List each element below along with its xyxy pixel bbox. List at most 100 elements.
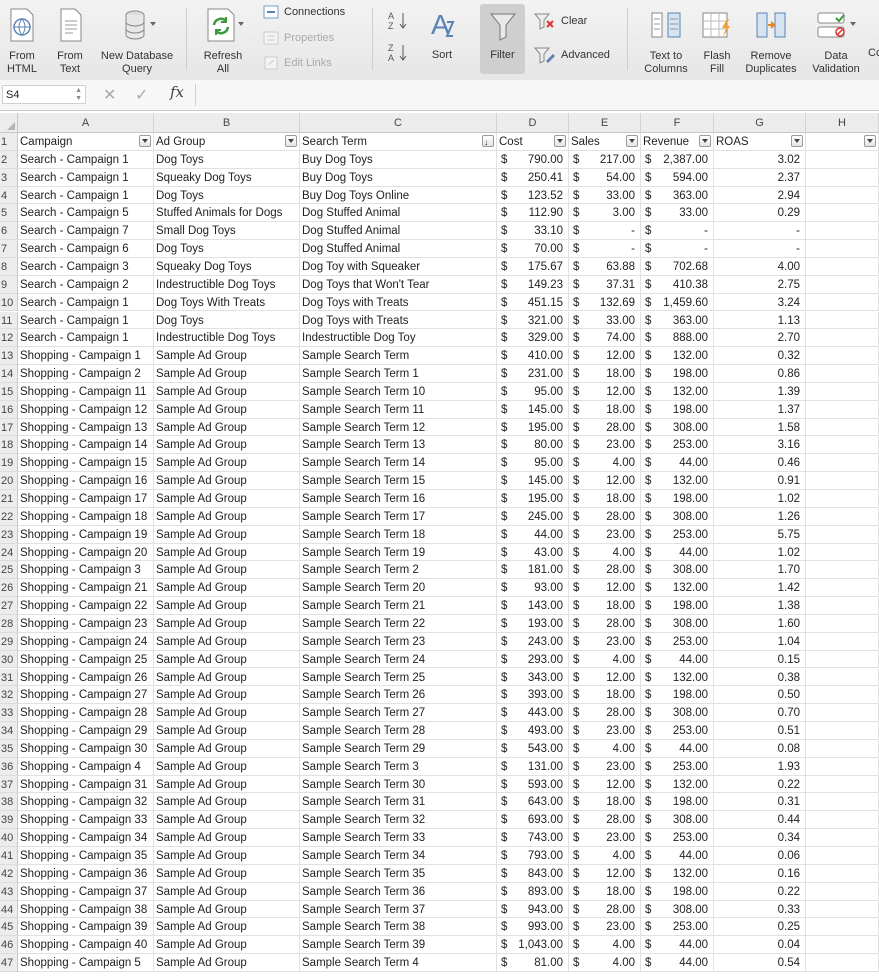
cell-g[interactable]: 0.15 xyxy=(714,650,806,669)
cell-c[interactable]: Sample Search Term 26 xyxy=(300,686,497,705)
row-header[interactable]: 22 xyxy=(0,507,18,526)
cell-b[interactable]: Sample Ad Group xyxy=(154,597,300,615)
cell-b[interactable]: Sample Ad Group xyxy=(154,525,300,544)
cell-c[interactable]: Dog Toys that Won't Tear xyxy=(300,275,497,294)
cell-b[interactable]: Sample Ad Group xyxy=(154,632,300,651)
cell-e[interactable]: $63.88 xyxy=(569,257,641,276)
cell-f[interactable]: $308.00 xyxy=(641,900,714,919)
cell-f[interactable]: $44.00 xyxy=(641,650,714,669)
cell-b[interactable]: Sample Ad Group xyxy=(154,900,300,919)
cell-e[interactable]: $12.00 xyxy=(569,382,641,401)
cell-b[interactable]: Sample Ad Group xyxy=(154,507,300,526)
cell-g[interactable]: 0.08 xyxy=(714,739,806,758)
cell-g[interactable]: 0.32 xyxy=(714,347,806,366)
cell-e[interactable]: $18.00 xyxy=(569,686,641,705)
cell-c[interactable]: Sample Search Term 13 xyxy=(300,436,497,455)
cell-b[interactable]: Sample Ad Group xyxy=(154,847,300,865)
cell-e[interactable]: $28.00 xyxy=(569,614,641,633)
cell-d[interactable]: $410.00 xyxy=(497,347,569,366)
row-header[interactable]: 3 xyxy=(0,168,18,187)
cell-g[interactable]: 1.26 xyxy=(714,507,806,526)
cell-d[interactable]: $243.00 xyxy=(497,632,569,651)
cell-f[interactable]: $702.68 xyxy=(641,257,714,276)
cell-c[interactable]: Sample Search Term 2 xyxy=(300,561,497,580)
row-header[interactable]: 39 xyxy=(0,811,18,830)
clear-filter-button[interactable]: Clear xyxy=(534,12,587,30)
cell-e[interactable]: $23.00 xyxy=(569,722,641,740)
cell-d[interactable]: $843.00 xyxy=(497,864,569,883)
cell-d[interactable]: $195.00 xyxy=(497,418,569,437)
select-all-corner[interactable] xyxy=(0,113,18,133)
row-header[interactable]: 1 xyxy=(0,133,18,151)
row-header[interactable]: 18 xyxy=(0,436,18,455)
cell-c[interactable]: Sample Search Term 17 xyxy=(300,507,497,526)
cell-g[interactable]: 1.02 xyxy=(714,490,806,508)
cell-a[interactable]: Shopping - Campaign 3 xyxy=(18,561,154,580)
row-header[interactable]: 17 xyxy=(0,418,18,437)
cell-c[interactable]: Sample Search Term 37 xyxy=(300,900,497,919)
cell-c[interactable]: Sample Search Term 28 xyxy=(300,722,497,740)
cell-d[interactable]: $293.00 xyxy=(497,650,569,669)
cell-a[interactable]: Search - Campaign 1 xyxy=(18,168,154,187)
cell-a[interactable]: Shopping - Campaign 30 xyxy=(18,739,154,758)
cell-h[interactable] xyxy=(806,579,879,598)
cell-e[interactable]: $ - xyxy=(569,240,641,258)
cell-f[interactable]: $410.38 xyxy=(641,275,714,294)
cell-d[interactable]: $593.00 xyxy=(497,775,569,794)
column-header-e[interactable]: E xyxy=(569,113,641,133)
cell-a[interactable]: Shopping - Campaign 13 xyxy=(18,418,154,437)
cell-a[interactable]: Shopping - Campaign 22 xyxy=(18,597,154,615)
cell-a[interactable]: Shopping - Campaign 24 xyxy=(18,632,154,651)
cell-f[interactable]: $1,459.60 xyxy=(641,293,714,312)
filter-dropdown-icon[interactable] xyxy=(626,135,638,147)
cell-a[interactable]: Shopping - Campaign 18 xyxy=(18,507,154,526)
cell-b[interactable]: Dog Toys With Treats xyxy=(154,293,300,312)
cell-d[interactable]: $993.00 xyxy=(497,918,569,937)
column-header-f[interactable]: F xyxy=(641,113,714,133)
cell-f[interactable]: $132.00 xyxy=(641,472,714,490)
cell-h[interactable] xyxy=(806,900,879,919)
row-header[interactable]: 8 xyxy=(0,257,18,276)
cell-a[interactable]: Shopping - Campaign 5 xyxy=(18,954,154,972)
cell-g[interactable]: 1.60 xyxy=(714,614,806,633)
cell-h[interactable] xyxy=(806,204,879,223)
cell-h[interactable] xyxy=(806,686,879,705)
cell-g[interactable]: 1.39 xyxy=(714,382,806,401)
cell-g[interactable]: 0.54 xyxy=(714,954,806,972)
cell-e[interactable]: $12.00 xyxy=(569,579,641,598)
column-header-b[interactable]: B xyxy=(154,113,300,133)
row-header[interactable]: 16 xyxy=(0,400,18,419)
cell-a[interactable]: Shopping - Campaign 19 xyxy=(18,525,154,544)
cell-h[interactable] xyxy=(806,400,879,419)
cell-d[interactable]: $95.00 xyxy=(497,454,569,473)
cell-b[interactable]: Small Dog Toys xyxy=(154,222,300,241)
cell-c[interactable]: Sample Search Term 21 xyxy=(300,597,497,615)
cell-d[interactable]: $329.00 xyxy=(497,329,569,348)
cell-b[interactable]: Sample Ad Group xyxy=(154,418,300,437)
cell-b[interactable]: Sample Ad Group xyxy=(154,454,300,473)
cell-d[interactable]: $175.67 xyxy=(497,257,569,276)
filter-dropdown-icon[interactable] xyxy=(791,135,803,147)
cell-g[interactable]: 4.00 xyxy=(714,257,806,276)
cell-d[interactable]: $145.00 xyxy=(497,400,569,419)
cell-g[interactable]: 1.42 xyxy=(714,579,806,598)
cell-b[interactable]: Squeaky Dog Toys xyxy=(154,257,300,276)
cell-e[interactable]: $33.00 xyxy=(569,311,641,330)
cell-g[interactable]: 2.70 xyxy=(714,329,806,348)
insert-function-icon[interactable]: fx xyxy=(170,83,184,101)
cell-f[interactable]: $253.00 xyxy=(641,632,714,651)
row-header[interactable]: 32 xyxy=(0,686,18,705)
cell-h[interactable] xyxy=(806,275,879,294)
cell-h[interactable] xyxy=(806,793,879,812)
cell-h[interactable] xyxy=(806,347,879,366)
cell-f[interactable]: $363.00 xyxy=(641,311,714,330)
cell-h[interactable] xyxy=(806,650,879,669)
cell-h[interactable] xyxy=(806,614,879,633)
row-header[interactable]: 23 xyxy=(0,525,18,544)
cell-b[interactable]: Stuffed Animals for Dogs xyxy=(154,204,300,223)
cell-a[interactable]: Shopping - Campaign 14 xyxy=(18,436,154,455)
sort-button[interactable]: A Sort xyxy=(422,8,462,62)
cell-a[interactable]: Shopping - Campaign 20 xyxy=(18,543,154,562)
connections-button[interactable]: Connections xyxy=(263,5,345,19)
cell-b[interactable]: Sample Ad Group xyxy=(154,757,300,776)
